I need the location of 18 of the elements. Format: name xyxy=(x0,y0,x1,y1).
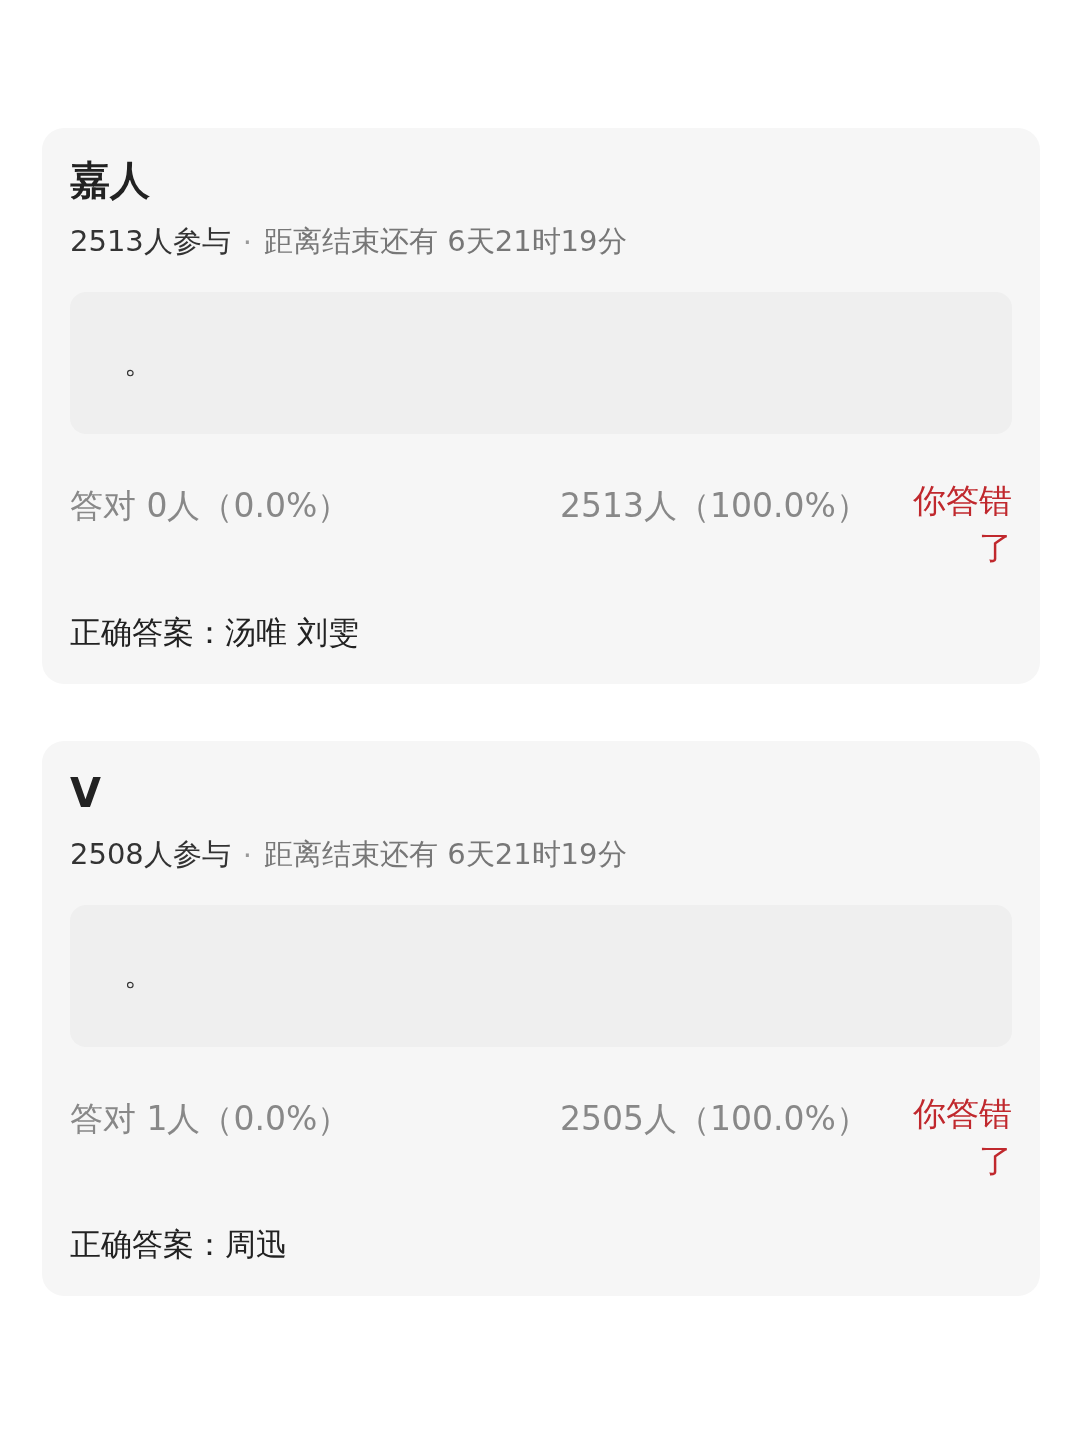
countdown-text: 距离结束还有 6天21时19分 xyxy=(264,835,627,873)
correct-count: 答对 1人（0.0%） xyxy=(70,1097,352,1140)
correct-count: 答对 0人（0.0%） xyxy=(70,485,352,527)
result-text: 你答错了 xyxy=(912,1092,1012,1182)
participant-count: 2513人参与 xyxy=(70,223,231,260)
result-text: 你答错了 xyxy=(912,480,1012,569)
separator-dot: · xyxy=(242,225,253,259)
quiz-title: 嘉人 xyxy=(70,156,151,204)
correct-answer: 正确答案：汤唯 刘雯 xyxy=(70,612,360,652)
quiz-title: V xyxy=(70,768,102,817)
wrong-count: 2513人（100.0%） xyxy=(560,485,870,527)
separator-dot: · xyxy=(242,837,253,872)
correct-answer: 正确答案：周迅 xyxy=(70,1225,288,1265)
countdown-text: 距离结束还有 6天21时19分 xyxy=(264,223,627,260)
wrong-count: 2505人（100.0%） xyxy=(560,1097,870,1140)
participant-count: 2508人参与 xyxy=(70,835,231,873)
answer-text: 。 xyxy=(124,343,154,382)
answer-text: 。 xyxy=(124,956,154,995)
